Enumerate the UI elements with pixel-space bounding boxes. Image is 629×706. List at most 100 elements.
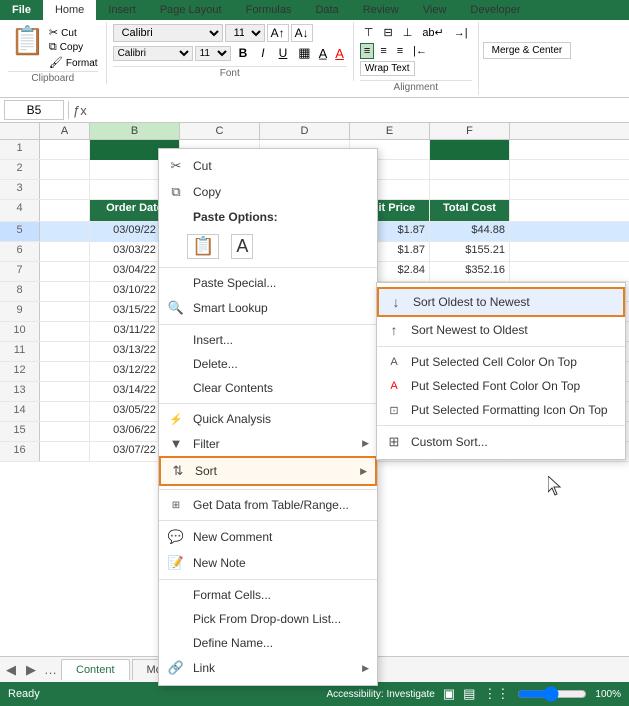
submenu-item-sort-newest[interactable]: ↑ Sort Newest to Oldest <box>377 317 625 343</box>
tab-review[interactable]: Review <box>351 0 411 20</box>
decrease-indent-button[interactable]: |← <box>409 43 431 59</box>
menu-item-copy[interactable]: ⧉ Copy <box>159 179 377 205</box>
menu-item-sort[interactable]: ⇅ Sort <box>159 456 377 486</box>
format-painter-button[interactable]: 🖌 Format <box>49 56 98 69</box>
sheet-tab-content[interactable]: Content <box>61 659 130 680</box>
cell-a6[interactable] <box>40 242 90 262</box>
menu-item-insert[interactable]: Insert... <box>159 328 377 352</box>
align-left-button[interactable]: ≡ <box>360 43 374 59</box>
menu-item-smart-lookup[interactable]: 🔍 Smart Lookup <box>159 295 377 321</box>
font-color-icon[interactable]: A <box>332 45 347 62</box>
cell-a16[interactable] <box>40 442 90 462</box>
align-middle-button[interactable]: ⊟ <box>380 24 397 41</box>
submenu-item-custom-sort[interactable]: ⊞ Custom Sort... <box>377 429 625 455</box>
menu-item-quick-analysis[interactable]: ⚡ Quick Analysis <box>159 407 377 431</box>
zoom-slider[interactable] <box>517 687 587 701</box>
menu-item-define-name[interactable]: Define Name... <box>159 631 377 655</box>
tab-file[interactable]: File <box>0 0 43 20</box>
function-icon[interactable]: ƒx <box>73 103 87 118</box>
menu-item-paste-special[interactable]: Paste Special... <box>159 271 377 295</box>
paste-icon-1[interactable]: 📋 <box>187 234 219 259</box>
cell-a7[interactable] <box>40 262 90 282</box>
tab-developer[interactable]: Developer <box>458 0 532 20</box>
sheet-nav-right[interactable]: ▶ <box>22 659 40 681</box>
italic-button[interactable]: I <box>255 44 270 62</box>
cell-a4[interactable] <box>40 200 90 221</box>
menu-item-delete[interactable]: Delete... <box>159 352 377 376</box>
font-size-select2[interactable]: 11 <box>195 46 231 61</box>
cell-a8[interactable] <box>40 282 90 302</box>
cell-f2[interactable] <box>430 160 510 180</box>
menu-item-paste-row[interactable]: 📋 A <box>159 229 377 264</box>
decrease-font-button[interactable]: A↓ <box>291 24 313 42</box>
underline-button[interactable]: U <box>273 44 294 62</box>
submenu-item-cell-color[interactable]: A Put Selected Cell Color On Top <box>377 350 625 374</box>
cell-a3[interactable] <box>40 180 90 200</box>
cell-f1[interactable] <box>430 140 510 160</box>
menu-item-pick-dropdown[interactable]: Pick From Drop-down List... <box>159 607 377 631</box>
cell-a1[interactable] <box>40 140 90 160</box>
cell-a13[interactable] <box>40 382 90 402</box>
cell-a10[interactable] <box>40 322 90 342</box>
col-header-c[interactable]: C <box>180 123 260 139</box>
cell-a11[interactable] <box>40 342 90 362</box>
cell-a9[interactable] <box>40 302 90 322</box>
font-family-select2[interactable]: Calibri <box>113 46 193 61</box>
col-header-e[interactable]: E <box>350 123 430 139</box>
increase-font-button[interactable]: A↑ <box>267 24 289 42</box>
merge-center-button[interactable]: Merge & Center <box>483 42 572 59</box>
cell-reference-input[interactable] <box>4 100 64 120</box>
menu-item-clear-contents[interactable]: Clear Contents <box>159 376 377 400</box>
menu-item-get-data[interactable]: ⊞ Get Data from Table/Range... <box>159 493 377 517</box>
cell-f5[interactable]: $44.88 <box>430 222 510 242</box>
indent-increase-button[interactable]: →| <box>450 24 472 41</box>
accessibility-status[interactable]: Accessibility: Investigate <box>326 689 434 700</box>
cell-a5[interactable] <box>40 222 90 242</box>
font-size-select[interactable]: 11 <box>225 24 265 42</box>
align-right-button[interactable]: ≡ <box>393 43 407 59</box>
sheet-nav-dots[interactable]: … <box>40 659 61 680</box>
align-bottom-button[interactable]: ⊥ <box>399 24 417 41</box>
tab-page-layout[interactable]: Page Layout <box>148 0 234 20</box>
cell-f7[interactable]: $352.16 <box>430 262 510 282</box>
cell-f6[interactable]: $155.21 <box>430 242 510 262</box>
border-icon[interactable]: ▦ <box>295 44 313 62</box>
cell-f3[interactable] <box>430 180 510 200</box>
menu-item-filter[interactable]: ▼ Filter <box>159 431 377 456</box>
col-header-a[interactable]: A <box>40 123 90 139</box>
cut-button[interactable]: ✂ Cut <box>49 26 98 39</box>
menu-item-link[interactable]: 🔗 Link <box>159 655 377 681</box>
view-page-icon[interactable]: ▤ <box>463 686 475 702</box>
submenu-item-font-color[interactable]: A Put Selected Font Color On Top <box>377 374 625 398</box>
col-header-b[interactable]: B <box>90 123 180 139</box>
fill-color-icon[interactable]: A̲ <box>316 45 331 62</box>
menu-item-format-cells[interactable]: Format Cells... <box>159 583 377 607</box>
submenu-item-sort-oldest[interactable]: ↓ Sort Oldest to Newest <box>377 287 625 317</box>
wrap-text-button[interactable]: Wrap Text <box>360 61 415 76</box>
align-center-button[interactable]: ≡ <box>376 43 390 59</box>
paste-icon-2[interactable]: A <box>231 234 253 259</box>
orientation-button[interactable]: ab↵ <box>418 24 447 41</box>
cell-a12[interactable] <box>40 362 90 382</box>
view-break-icon[interactable]: ⋮⋮ <box>483 686 509 702</box>
menu-item-new-comment[interactable]: 💬 New Comment <box>159 524 377 550</box>
submenu-item-formatting-icon[interactable]: ⊡ Put Selected Formatting Icon On Top <box>377 398 625 422</box>
tab-home[interactable]: Home <box>43 0 96 20</box>
col-header-f[interactable]: F <box>430 123 510 139</box>
font-family-select[interactable]: Calibri <box>113 24 223 42</box>
cell-f4[interactable]: Total Cost <box>430 200 510 221</box>
tab-view[interactable]: View <box>411 0 459 20</box>
formula-input[interactable] <box>91 102 625 118</box>
menu-item-cut[interactable]: ✂ Cut <box>159 153 377 179</box>
col-header-d[interactable]: D <box>260 123 350 139</box>
tab-data[interactable]: Data <box>303 0 350 20</box>
tab-insert[interactable]: Insert <box>96 0 148 20</box>
bold-button[interactable]: B <box>233 44 254 62</box>
tab-formulas[interactable]: Formulas <box>234 0 304 20</box>
paste-button[interactable]: 📋 <box>8 22 47 59</box>
cell-a15[interactable] <box>40 422 90 442</box>
view-normal-icon[interactable]: ▣ <box>443 686 455 702</box>
align-top-button[interactable]: ⊤ <box>360 24 378 41</box>
menu-item-new-note[interactable]: 📝 New Note <box>159 550 377 576</box>
copy-ribbon-button[interactable]: ⧉ Copy <box>49 41 98 54</box>
